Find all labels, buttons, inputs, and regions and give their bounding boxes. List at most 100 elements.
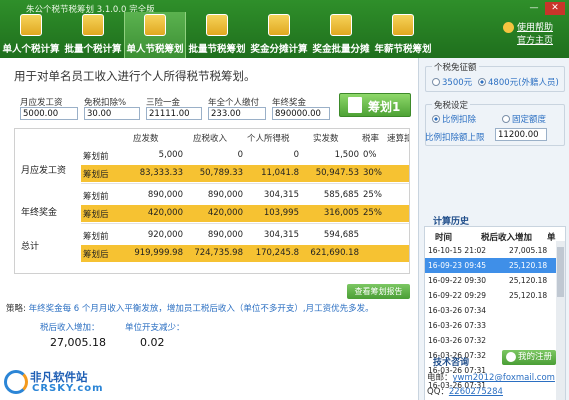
cell: 0	[293, 150, 299, 160]
close-button[interactable]: ✕	[545, 2, 565, 15]
tool-single-plan[interactable]: 单人节税筹划	[124, 12, 186, 58]
cell: 585,685	[323, 190, 359, 200]
history-scrollbar[interactable]	[556, 241, 565, 400]
help-link[interactable]: 使用帮助	[517, 22, 553, 35]
radio-icon	[432, 78, 440, 86]
row-tag: 筹划前	[83, 152, 109, 162]
table-row[interactable]: 筹划前 5,000 0 0 1,500 0%	[81, 147, 409, 164]
register-icon	[506, 352, 516, 362]
tool-bonus-batch[interactable]: 奖金批量分摊	[310, 12, 372, 58]
divider	[81, 183, 409, 184]
tool-bonus-calc[interactable]: 奖金分摊计算	[248, 12, 310, 58]
ratio-deduction-radio[interactable]: 比例扣除	[432, 113, 476, 125]
col-header: 实发数	[313, 134, 339, 144]
table-row[interactable]: 筹划后 83,333.33 50,789.33 11,041.8 50,947.…	[81, 165, 409, 182]
history-time: 16-09-22 09:30	[428, 276, 487, 285]
tool-label: 奖金批量分摊	[312, 44, 370, 55]
history-row-selected[interactable]: 16-09-23 09:45 25,120.18	[425, 258, 557, 273]
history-row[interactable]: 16-09-22 09:29 25,120.18	[425, 288, 557, 303]
batch-plan-icon	[206, 14, 228, 36]
history-value: 25,120.18	[509, 291, 548, 300]
history-value: 25,120.18	[509, 261, 548, 270]
strategy-prefix: 策略:	[6, 304, 26, 314]
table-row[interactable]: 筹划前 890,000 890,000 304,315 585,685 25%	[81, 187, 409, 204]
cell: 420,000	[147, 208, 183, 218]
history-row[interactable]: 16-09-22 09:30 25,120.18	[425, 273, 557, 288]
annual-personal-pay-input[interactable]	[208, 107, 266, 120]
cell: 920,000	[147, 230, 183, 240]
history-time: 16-03-26 07:34	[428, 306, 487, 315]
cell: 0	[237, 150, 243, 160]
cell: 1,500	[334, 150, 359, 160]
monthly-salary-input[interactable]	[20, 107, 78, 120]
tool-label: 批量节税筹划	[188, 44, 246, 55]
site-logo: 非凡软件站 CRSKY.com	[4, 368, 103, 398]
group-label-bonus: 年终奖金	[21, 208, 58, 218]
fixed-amount-radio[interactable]: 固定额度	[502, 113, 546, 125]
insurance-fund-input[interactable]	[146, 107, 202, 120]
tool-annual-salary-plan[interactable]: 年薪节税筹划	[372, 12, 434, 58]
cell: 890,000	[207, 190, 243, 200]
radio-icon	[502, 115, 510, 123]
history-col-increase: 税后收入增加	[481, 233, 533, 243]
email-label: 电邮：	[427, 373, 453, 383]
bonus-batch-icon	[330, 14, 352, 36]
window-controls: — ✕	[524, 2, 565, 15]
history-time: 16-03-26 07:33	[428, 321, 487, 330]
tool-label: 批量个税计算	[64, 44, 122, 55]
register-button[interactable]: 我的注册	[502, 350, 556, 365]
exempt-3500-radio[interactable]: 3500元	[432, 76, 472, 88]
person-plan-icon	[144, 14, 166, 36]
history-row[interactable]: 16-03-26 07:34	[425, 303, 557, 318]
history-value: 27,005.18	[509, 246, 548, 255]
exempt-amount-group: 个税免征额 3500元 4800元(外籍人员)	[425, 61, 565, 92]
cell: 83,333.33	[139, 168, 183, 178]
minimize-button[interactable]: —	[524, 2, 544, 15]
tool-label: 年薪节税筹划	[374, 44, 432, 55]
salary-money-icon	[392, 14, 414, 36]
table-row[interactable]: 筹划后 420,000 420,000 103,995 316,005 25%	[81, 205, 409, 222]
website-link[interactable]: 官方主页	[517, 35, 553, 48]
tech-support-title: 技术咨询	[433, 358, 470, 368]
tool-label: 单人节税筹划	[126, 44, 184, 55]
ratio-limit-label: 比例扣除额上限	[425, 133, 485, 143]
table-row[interactable]: 筹划前 920,000 890,000 304,315 594,685	[81, 227, 409, 244]
history-value: 25,120.18	[509, 276, 548, 285]
qq-link[interactable]: 2260275284	[449, 387, 503, 397]
group-label-monthly: 月应发工资	[21, 166, 67, 176]
table-row[interactable]: 筹划后 919,999.98 724,735.98 170,245.8 621,…	[81, 245, 409, 262]
exempt-deduction-input[interactable]	[84, 107, 140, 120]
email-link[interactable]: ywm2012@foxmail.com	[453, 373, 555, 383]
tool-batch-tax-calc[interactable]: 批量个税计算	[62, 12, 124, 58]
row-tag: 筹划后	[83, 170, 109, 180]
history-row[interactable]: 16-03-26 07:33	[425, 318, 557, 333]
after-tax-increase-value: 27,005.18	[50, 336, 106, 349]
year-end-bonus-input[interactable]	[272, 107, 330, 120]
view-report-button[interactable]: 查看筹划报告	[347, 284, 410, 299]
plan-button[interactable]: 筹划1	[339, 93, 411, 117]
strategy-text: 策略: 年终奖金每 6 个月月收入平衡发放，增加员工税后收入（单位不多开支）,月…	[6, 303, 410, 316]
tool-batch-plan[interactable]: 批量节税筹划	[186, 12, 248, 58]
row-tag: 筹划前	[83, 192, 109, 202]
col-header: 应税收入	[193, 134, 228, 144]
qq-row: QQ：2260275284	[427, 385, 503, 397]
top-bar: 朱公个税节税筹划 3.1.0.0 完全版 — ✕ 单人个税计算 批量个税计算 单…	[0, 0, 569, 58]
radio-selected-icon	[478, 78, 486, 86]
history-time: 16-09-23 09:45	[428, 261, 487, 270]
after-tax-increase-label: 税后收入增加：	[40, 323, 100, 333]
ratio-limit-input[interactable]	[495, 128, 547, 141]
history-row[interactable]: 16-10-15 21:02 27,005.18	[425, 243, 557, 258]
main-toolbar: 单人个税计算 批量个税计算 单人节税筹划 批量节税筹划 奖金分摊计算 奖金批量分…	[0, 12, 434, 58]
tool-single-tax-calc[interactable]: 单人个税计算	[0, 12, 62, 58]
cell: 890,000	[147, 190, 183, 200]
history-row[interactable]: 16-03-26 07:32	[425, 333, 557, 348]
scrollbar-thumb[interactable]	[557, 247, 564, 297]
history-time: 16-03-26 07:32	[428, 336, 487, 345]
tool-label: 奖金分摊计算	[250, 44, 308, 55]
cell: 304,315	[263, 230, 299, 240]
deduction-setting-legend: 免税设定	[432, 99, 471, 111]
row-tag: 筹划后	[83, 250, 109, 260]
divider	[81, 223, 409, 224]
col-header: 速算扣	[387, 134, 410, 144]
exempt-4800-radio[interactable]: 4800元(外籍人员)	[478, 76, 559, 88]
